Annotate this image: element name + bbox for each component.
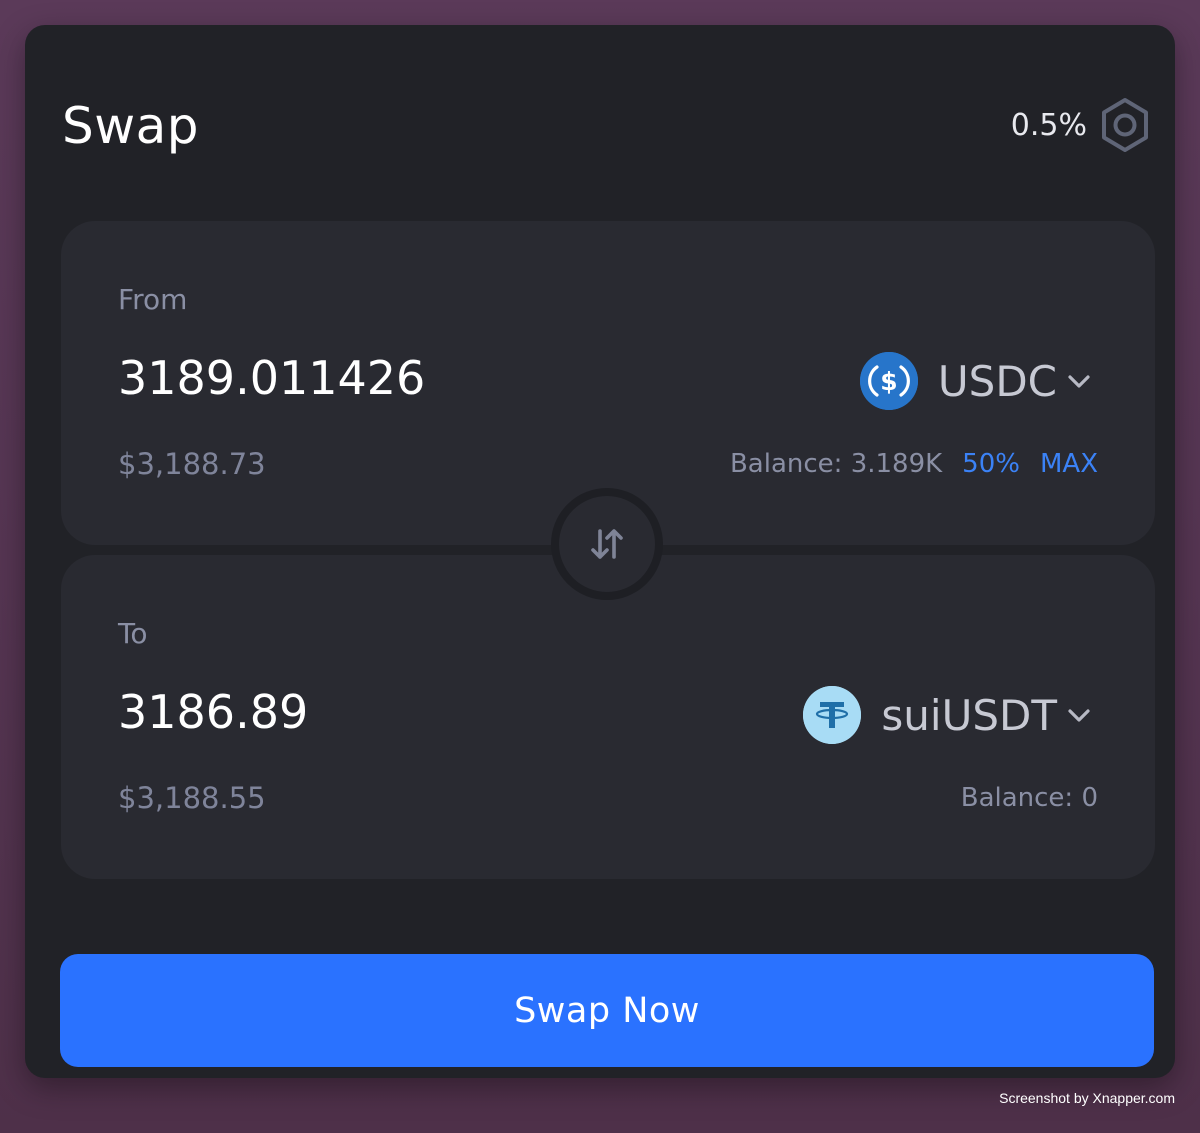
swap-now-button[interactable]: Swap Now [60,954,1154,1067]
usdc-icon: $ [859,352,918,410]
chevron-down-icon [1068,375,1090,388]
chevron-down-icon [1068,709,1090,722]
gear-hexagon-icon [1102,98,1148,152]
page-title: Swap [62,97,200,155]
switch-direction-button[interactable] [551,488,663,600]
from-token-selector[interactable]: $ USDC [859,351,1093,411]
to-balance: Balance: 0 [960,783,1098,813]
to-label: To [118,617,148,650]
to-panel: To $3,188.55 suiUSDT Balance: 0 [61,555,1155,879]
to-balance-row: Balance: 0 [961,783,1098,813]
swap-card: Swap 0.5% From $3,188.73 $ USDC [25,25,1175,1078]
max-button[interactable]: MAX [1040,449,1098,479]
to-token-selector[interactable]: suiUSDT [803,685,1093,745]
svg-text:$: $ [880,367,897,396]
from-balance-row: Balance: 3.189K 50% MAX [730,449,1098,479]
from-balance: Balance: 3.189K [729,449,943,479]
tether-icon [803,686,862,744]
from-usd-value: $3,188.73 [118,447,266,481]
to-token-symbol: suiUSDT [881,690,1057,740]
half-button[interactable]: 50% [962,449,1020,479]
from-amount-input[interactable] [118,351,678,405]
swap-arrows-icon [591,529,623,559]
to-usd-value: $3,188.55 [118,781,266,815]
to-amount-input[interactable] [118,685,678,739]
from-label: From [118,283,188,316]
from-token-symbol: USDC [937,356,1057,406]
screenshot-credit: Screenshot by Xnapper.com [999,1090,1175,1106]
settings-button[interactable] [1099,97,1151,153]
slippage-value[interactable]: 0.5% [1011,108,1087,143]
